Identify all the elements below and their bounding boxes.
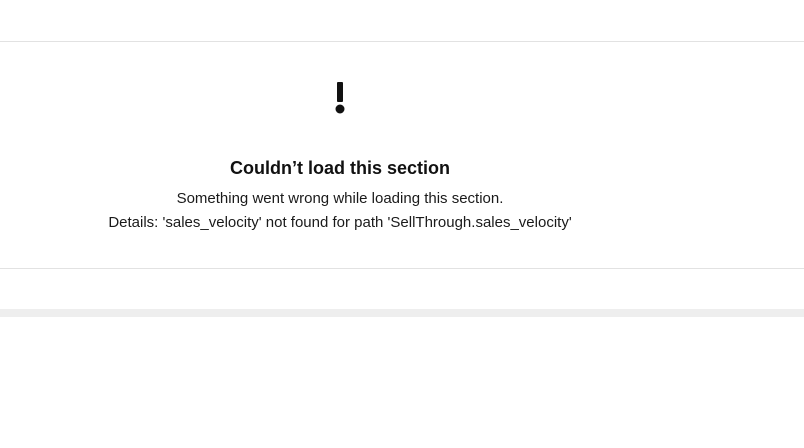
bottom-area [0,317,804,448]
error-details: Details: 'sales_velocity' not found for … [108,214,572,231]
page: Couldn’t load this section Something wen… [0,0,804,448]
error-content: Couldn’t load this section Something wen… [0,42,680,268]
section-separator-band [0,309,804,317]
top-bar [0,0,804,42]
error-section: Couldn’t load this section Something wen… [0,42,804,269]
error-title: Couldn’t load this section [230,158,450,178]
error-message: Something went wrong while loading this … [176,190,504,207]
exclamation-icon [335,82,345,114]
